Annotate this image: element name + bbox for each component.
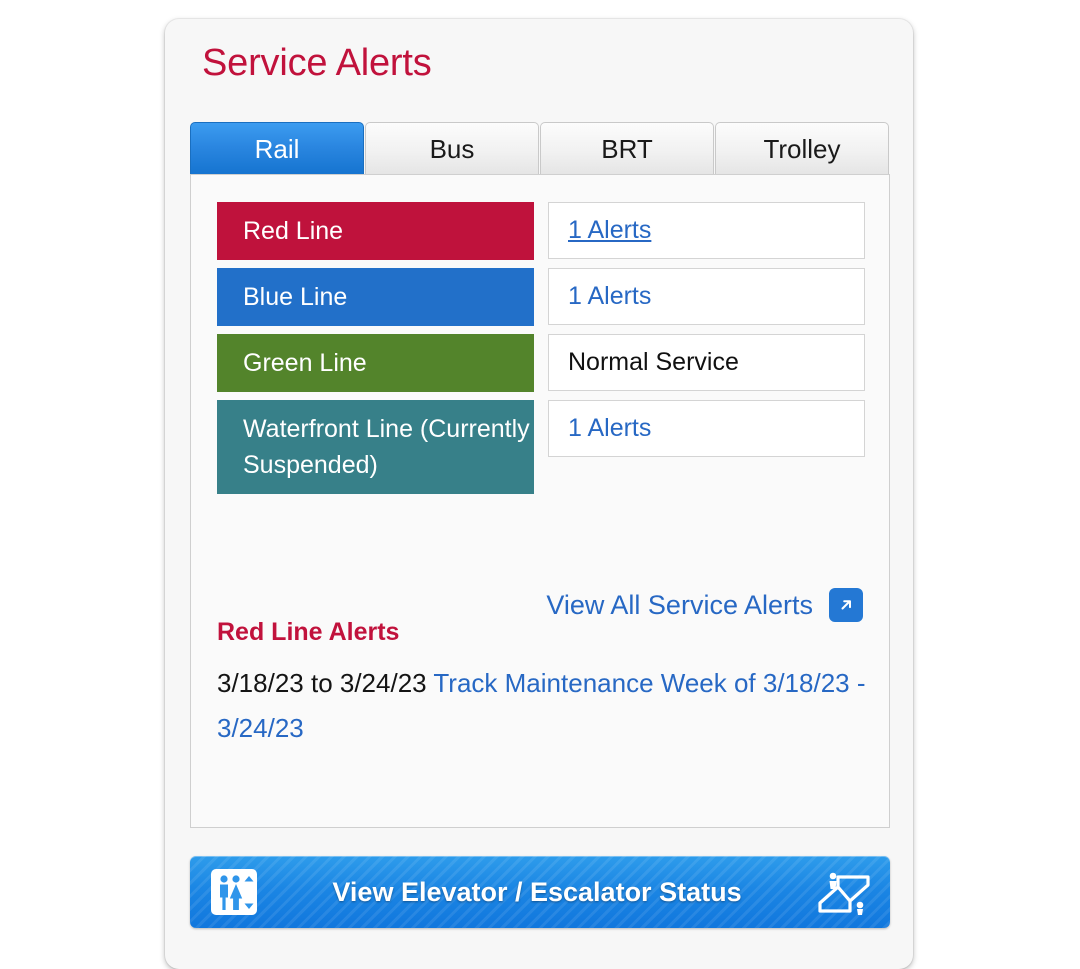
elevator-button-label: View Elevator / Escalator Status: [332, 876, 742, 907]
line-status-waterfront: 1 Alerts: [548, 400, 865, 457]
line-row-red: Red Line 1 Alerts: [217, 202, 865, 260]
line-chip-green: Green Line: [217, 334, 534, 392]
escalator-icon: [818, 872, 870, 915]
line-status-link-red[interactable]: 1 Alerts: [568, 216, 651, 244]
page-title: Service Alerts: [202, 42, 432, 84]
tab-trolley-label: Trolley: [763, 134, 841, 164]
line-status-link-blue[interactable]: 1 Alerts: [568, 282, 651, 310]
tab-bus-label: Bus: [429, 134, 475, 164]
tab-bus[interactable]: Bus: [365, 122, 539, 176]
line-status-green: Normal Service: [548, 334, 865, 391]
external-link-arrow-icon[interactable]: [829, 588, 863, 622]
page-root: Service Alerts Rail Bus BRT Trolley Red …: [0, 0, 1080, 969]
line-row-blue: Blue Line 1 Alerts: [217, 268, 865, 326]
line-status-blue: 1 Alerts: [548, 268, 865, 325]
elevator-icon: [211, 869, 257, 915]
line-status-list: Red Line 1 Alerts Blue Line 1 Alerts Gre…: [217, 202, 865, 502]
line-status-red: 1 Alerts: [548, 202, 865, 259]
rail-alerts-panel: Red Line 1 Alerts Blue Line 1 Alerts Gre…: [190, 174, 890, 828]
tab-brt[interactable]: BRT: [540, 122, 714, 176]
line-chip-waterfront: Waterfront Line (Currently Suspended): [217, 400, 534, 494]
alert-detail-body: 3/18/23 to 3/24/23 Track Maintenance Wee…: [217, 661, 869, 751]
view-elevator-escalator-status-button[interactable]: View Elevator / Escalator Status: [190, 856, 890, 928]
alert-detail-heading: Red Line Alerts: [217, 618, 400, 646]
tab-rail-label: Rail: [254, 134, 300, 164]
alert-detail-block: Red Line Alerts 3/18/23 to 3/24/23 Track…: [217, 618, 869, 751]
tab-brt-label: BRT: [601, 134, 653, 164]
line-status-text-green: Normal Service: [568, 348, 739, 376]
alert-date-range: 3/18/23 to 3/24/23: [217, 668, 427, 698]
line-status-link-waterfront[interactable]: 1 Alerts: [568, 414, 651, 442]
view-all-row: View All Service Alerts: [546, 588, 863, 622]
view-all-service-alerts-link[interactable]: View All Service Alerts: [546, 590, 813, 621]
line-row-green: Green Line Normal Service: [217, 334, 865, 392]
line-chip-red: Red Line: [217, 202, 534, 260]
line-row-waterfront: Waterfront Line (Currently Suspended) 1 …: [217, 400, 865, 494]
line-chip-blue: Blue Line: [217, 268, 534, 326]
tab-rail[interactable]: Rail: [190, 122, 364, 176]
tab-trolley[interactable]: Trolley: [715, 122, 889, 176]
mode-tab-strip: Rail Bus BRT Trolley: [190, 120, 890, 176]
service-alerts-widget: Service Alerts Rail Bus BRT Trolley Red …: [165, 19, 913, 969]
